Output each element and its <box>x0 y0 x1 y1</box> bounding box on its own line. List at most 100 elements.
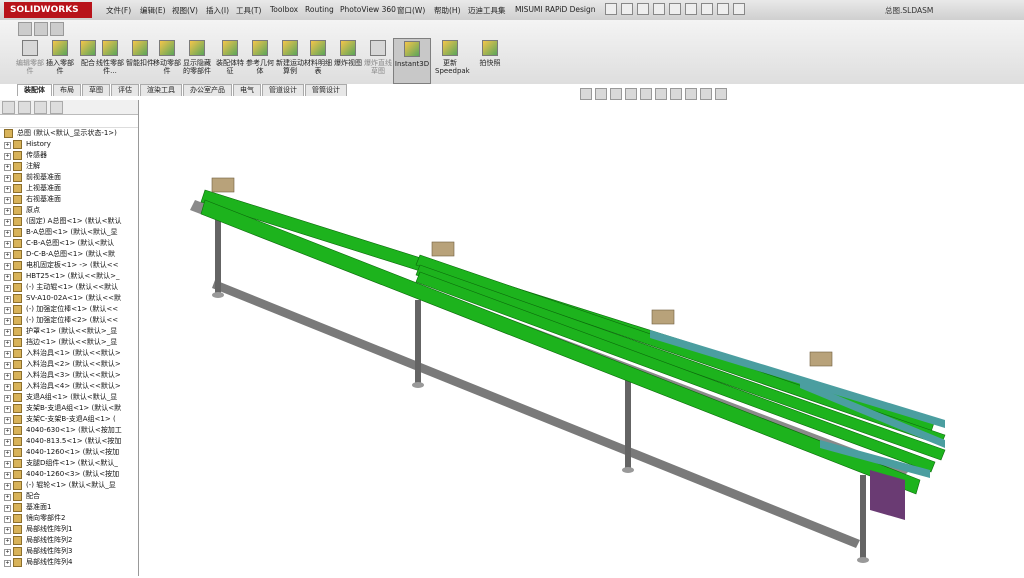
expand-icon[interactable]: + <box>4 494 11 501</box>
tree-item[interactable]: + 支架C-支架B-支退A组<1> ( <box>0 414 138 425</box>
ribbon-button[interactable]: 移动零部件 <box>152 38 182 84</box>
expand-icon[interactable]: + <box>4 351 11 358</box>
tree-item[interactable]: + 前视基准面 <box>0 172 138 183</box>
scene-icon[interactable] <box>50 22 64 36</box>
tree-item[interactable]: +4040-813.5<1> (默认<按加 <box>0 436 138 447</box>
tree-item[interactable]: + 入料治具<2> (默认<<默认> <box>0 359 138 370</box>
command-tab[interactable]: 渲染工具 <box>140 84 182 96</box>
tree-item[interactable]: + (-) 辊轮<1> (默认<默认_显 <box>0 480 138 491</box>
expand-icon[interactable]: + <box>4 307 11 314</box>
feature-manager-tab-icon[interactable] <box>2 101 15 114</box>
expand-icon[interactable]: + <box>4 164 11 171</box>
menu-item[interactable]: MISUMI RAPiD Design <box>515 5 596 14</box>
tree-item[interactable]: + 传感器 <box>0 150 138 161</box>
ribbon-button[interactable]: 更新Speedpak <box>435 38 470 84</box>
tree-item[interactable]: + (-) 加强定位棒<1> (默认<< <box>0 304 138 315</box>
camera-icon[interactable] <box>18 22 32 36</box>
command-tab[interactable]: 评估 <box>111 84 139 96</box>
tree-root[interactable]: 总图 (默认<默认_显示状态-1>) <box>0 128 138 139</box>
ribbon-button[interactable]: 编辑零部件 <box>15 38 45 84</box>
menu-item[interactable]: PhotoView 360 <box>340 5 396 14</box>
tree-item[interactable]: + HBT25<1> (默认<<默认>_ <box>0 271 138 282</box>
tree-item[interactable]: + (-) 加强定位棒<2> (默认<< <box>0 315 138 326</box>
expand-icon[interactable]: + <box>4 549 11 556</box>
display-style-icon[interactable] <box>655 88 667 100</box>
view-orientation-icon[interactable] <box>640 88 652 100</box>
options-icon[interactable] <box>733 3 745 15</box>
expand-icon[interactable]: + <box>4 340 11 347</box>
ribbon-button[interactable]: 新建运动算例 <box>275 38 305 84</box>
menu-item[interactable]: 帮助(H) <box>434 5 461 16</box>
tree-item[interactable]: + D-C-B-A总图<1> (默认<默 <box>0 249 138 260</box>
tree-item[interactable]: + 挡边<1> (默认<<默认>_显 <box>0 337 138 348</box>
expand-icon[interactable]: + <box>4 274 11 281</box>
tree-item[interactable]: + (固定) A总图<1> (默认<默认 <box>0 216 138 227</box>
expand-icon[interactable]: + <box>4 560 11 567</box>
menu-item[interactable]: 工具(T) <box>236 5 261 16</box>
menu-item[interactable]: 编辑(E) <box>140 5 166 16</box>
tree-item[interactable]: + 配合 <box>0 491 138 502</box>
tree-item[interactable]: + 支腿D组件<1> (默认<默认_ <box>0 458 138 469</box>
expand-icon[interactable]: + <box>4 395 11 402</box>
tree-item[interactable]: + SV-A10-02A<1> (默认<<默 <box>0 293 138 304</box>
menu-item[interactable]: 插入(I) <box>206 5 229 16</box>
expand-icon[interactable]: + <box>4 505 11 512</box>
tree-item[interactable]: + 基准面1 <box>0 502 138 513</box>
command-tab[interactable]: 布局 <box>53 84 81 96</box>
tree-item[interactable]: + 局部线性阵列2 <box>0 535 138 546</box>
appearance-icon[interactable] <box>34 22 48 36</box>
expand-icon[interactable]: + <box>4 417 11 424</box>
tree-item[interactable]: + 支退A组<1> (默认<默认_显 <box>0 392 138 403</box>
tree-item[interactable]: + B-A总图<1> (默认<默认_显 <box>0 227 138 238</box>
ribbon-button[interactable]: 爆炸视图 <box>333 38 363 84</box>
ribbon-button[interactable]: 参考几何体 <box>245 38 275 84</box>
edit-appearance-icon[interactable] <box>685 88 697 100</box>
tree-item[interactable]: + 镜向零部件2 <box>0 513 138 524</box>
previous-view-icon[interactable] <box>610 88 622 100</box>
expand-icon[interactable]: + <box>4 428 11 435</box>
expand-icon[interactable]: + <box>4 241 11 248</box>
expand-icon[interactable]: + <box>4 252 11 259</box>
expand-icon[interactable]: + <box>4 142 11 149</box>
tree-item[interactable]: + 电机固定板<1> -> (默认<< <box>0 260 138 271</box>
filter-bar[interactable] <box>0 115 138 128</box>
expand-icon[interactable]: + <box>4 285 11 292</box>
expand-icon[interactable]: + <box>4 461 11 468</box>
apply-scene-icon[interactable] <box>700 88 712 100</box>
menu-item[interactable]: 窗口(W) <box>397 5 425 16</box>
menu-item[interactable]: Toolbox <box>270 5 298 14</box>
command-tab[interactable]: 电气 <box>233 84 261 96</box>
tree-item[interactable]: + 局部线性阵列4 <box>0 557 138 568</box>
expand-icon[interactable]: + <box>4 538 11 545</box>
display-manager-tab-icon[interactable] <box>50 101 63 114</box>
zoom-to-fit-icon[interactable] <box>580 88 592 100</box>
tree-item[interactable]: + 右视基准面 <box>0 194 138 205</box>
tree-item[interactable]: + 入料治具<1> (默认<<默认> <box>0 348 138 359</box>
graphics-area[interactable] <box>139 100 1024 576</box>
expand-icon[interactable]: + <box>4 450 11 457</box>
new-document-icon[interactable] <box>605 3 617 15</box>
ribbon-button[interactable]: 插入零部件 <box>45 38 75 84</box>
tree-item[interactable]: +4040-630<1> (默认<按加工 <box>0 425 138 436</box>
ribbon-button[interactable]: 线性零部件... <box>95 38 125 84</box>
tree-item[interactable]: + 局部线性阵列1 <box>0 524 138 535</box>
tree-item[interactable]: + 支架B-支退A组<1> (默认<默 <box>0 403 138 414</box>
select-icon[interactable] <box>685 3 697 15</box>
view-settings-icon[interactable] <box>715 88 727 100</box>
ribbon-button[interactable]: 显示隐藏的零部件 <box>182 38 212 84</box>
tree-item[interactable]: + 上视基准面 <box>0 183 138 194</box>
undo-icon[interactable] <box>669 3 681 15</box>
expand-icon[interactable]: + <box>4 406 11 413</box>
expand-icon[interactable]: + <box>4 516 11 523</box>
menu-item[interactable]: Routing <box>305 5 334 14</box>
ribbon-button[interactable]: 材料明细表 <box>303 38 333 84</box>
configuration-manager-tab-icon[interactable] <box>34 101 47 114</box>
expand-icon[interactable]: + <box>4 439 11 446</box>
ribbon-button[interactable]: Instant3D <box>393 38 431 84</box>
command-tab[interactable]: 管道设计 <box>262 84 304 96</box>
file-properties-icon[interactable] <box>717 3 729 15</box>
property-manager-tab-icon[interactable] <box>18 101 31 114</box>
expand-icon[interactable]: + <box>4 362 11 369</box>
print-icon[interactable] <box>653 3 665 15</box>
hide-show-icon[interactable] <box>670 88 682 100</box>
